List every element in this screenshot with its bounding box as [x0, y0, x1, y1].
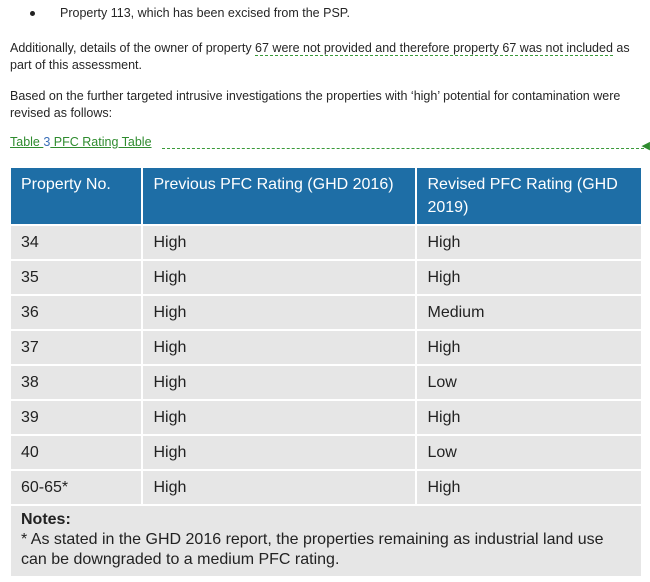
- bullet-text: Property 113, which has been excised fro…: [60, 6, 350, 20]
- cell-revised: High: [416, 259, 641, 295]
- table-row: 60-65* High High: [11, 469, 641, 505]
- cell-previous: High: [142, 224, 418, 260]
- notes-title: Notes:: [21, 511, 71, 528]
- table-header-row: Property No. Previous PFC Rating (GHD 20…: [11, 168, 641, 225]
- notes-text: * As stated in the GHD 2016 report, the …: [21, 531, 604, 568]
- header-property-no: Property No.: [11, 168, 144, 225]
- cell-revised: Low: [416, 434, 641, 470]
- paragraph-text: Additionally, details of the owner of pr…: [10, 41, 256, 55]
- table-row: 35 High High: [11, 259, 641, 295]
- bullet-icon: [30, 10, 35, 16]
- cell-revised: High: [416, 469, 641, 505]
- cell-property: 38: [11, 364, 144, 400]
- table-notes: Notes: * As stated in the GHD 2016 repor…: [11, 504, 641, 576]
- cell-previous: High: [142, 434, 418, 470]
- table-caption: Table 3 PFC Rating Table ◀: [10, 135, 650, 152]
- cell-revised: High: [416, 329, 641, 365]
- cell-previous: High: [142, 364, 418, 400]
- table-row: 34 High High: [11, 224, 641, 260]
- table-notes-row: Notes: * As stated in the GHD 2016 repor…: [11, 504, 641, 576]
- cell-revised: High: [416, 399, 641, 435]
- table-row: 37 High High: [11, 329, 641, 365]
- table-row: 38 High Low: [11, 364, 641, 400]
- tracked-change-line: [162, 148, 644, 149]
- table-row: 36 High Medium: [11, 294, 641, 330]
- paragraph-revision-intro: Based on the further targeted intrusive …: [10, 89, 621, 120]
- cell-property: 39: [11, 399, 144, 435]
- caption-title: PFC Rating Table: [50, 135, 152, 149]
- cell-property: 36: [11, 294, 144, 330]
- cell-revised: High: [416, 224, 641, 260]
- cell-property: 60-65*: [11, 469, 144, 505]
- header-previous-rating: Previous PFC Rating (GHD 2016): [142, 168, 418, 225]
- caption-label: Table: [10, 135, 44, 149]
- cell-property: 37: [11, 329, 144, 365]
- header-revised-rating: Revised PFC Rating (GHD 2019): [416, 168, 641, 225]
- pfc-rating-table: Property No. Previous PFC Rating (GHD 20…: [11, 168, 641, 576]
- cell-revised: Medium: [416, 294, 641, 330]
- paragraph-property-67: Additionally, details of the owner of pr…: [10, 40, 650, 74]
- cell-previous: High: [142, 399, 418, 435]
- cell-previous: High: [142, 294, 418, 330]
- cell-property: 40: [11, 434, 144, 470]
- arrow-left-icon: ◀: [641, 140, 650, 152]
- cell-property: 35: [11, 259, 144, 295]
- tracked-change-text[interactable]: 67 were not provided and therefore prope…: [255, 41, 613, 56]
- cell-revised: Low: [416, 364, 641, 400]
- cell-previous: High: [142, 469, 418, 505]
- cell-previous: High: [142, 329, 418, 365]
- bullet-item: Property 113, which has been excised fro…: [30, 6, 350, 20]
- cell-previous: High: [142, 259, 418, 295]
- cell-property: 34: [11, 224, 144, 260]
- table-row: 40 High Low: [11, 434, 641, 470]
- table-row: 39 High High: [11, 399, 641, 435]
